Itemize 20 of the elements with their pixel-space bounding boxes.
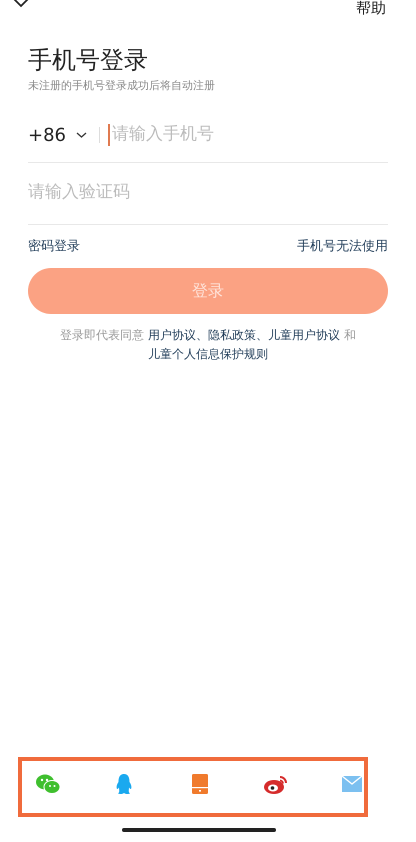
penguin-icon[interactable] [115,773,133,795]
agreement-link[interactable]: 儿童个人信息保护规则 [148,347,268,361]
tablet-icon[interactable] [192,774,208,794]
mail-icon[interactable] [342,776,362,792]
page-title: 手机号登录 [28,45,149,76]
agreement-link[interactable]: 用户协议 [148,328,196,342]
code-field[interactable]: 请输入验证码 [28,180,388,206]
chat-bubbles-icon[interactable] [35,773,61,795]
close-icon[interactable] [12,0,30,8]
subtitle: 未注册的手机号登录成功后将自动注册 [28,78,216,94]
agreement-link[interactable]: 隐私政策 [208,328,256,342]
agreement-link[interactable]: 儿童用户协议 [268,328,340,342]
phone-unavailable-link[interactable]: 手机号无法使用 [297,236,388,256]
password-login-link[interactable]: 密码登录 [28,236,80,256]
agreement-text: 登录即代表同意 用户协议、隐私政策、儿童用户协议 和 儿童个人信息保护规则 [59,327,357,363]
country-code[interactable]: +86 [28,122,66,148]
phone-field[interactable]: 请输入手机号 [112,122,388,148]
eye-icon[interactable] [263,773,289,795]
chevron-down-icon[interactable] [76,132,87,138]
help-link[interactable]: 帮助 [356,0,386,17]
